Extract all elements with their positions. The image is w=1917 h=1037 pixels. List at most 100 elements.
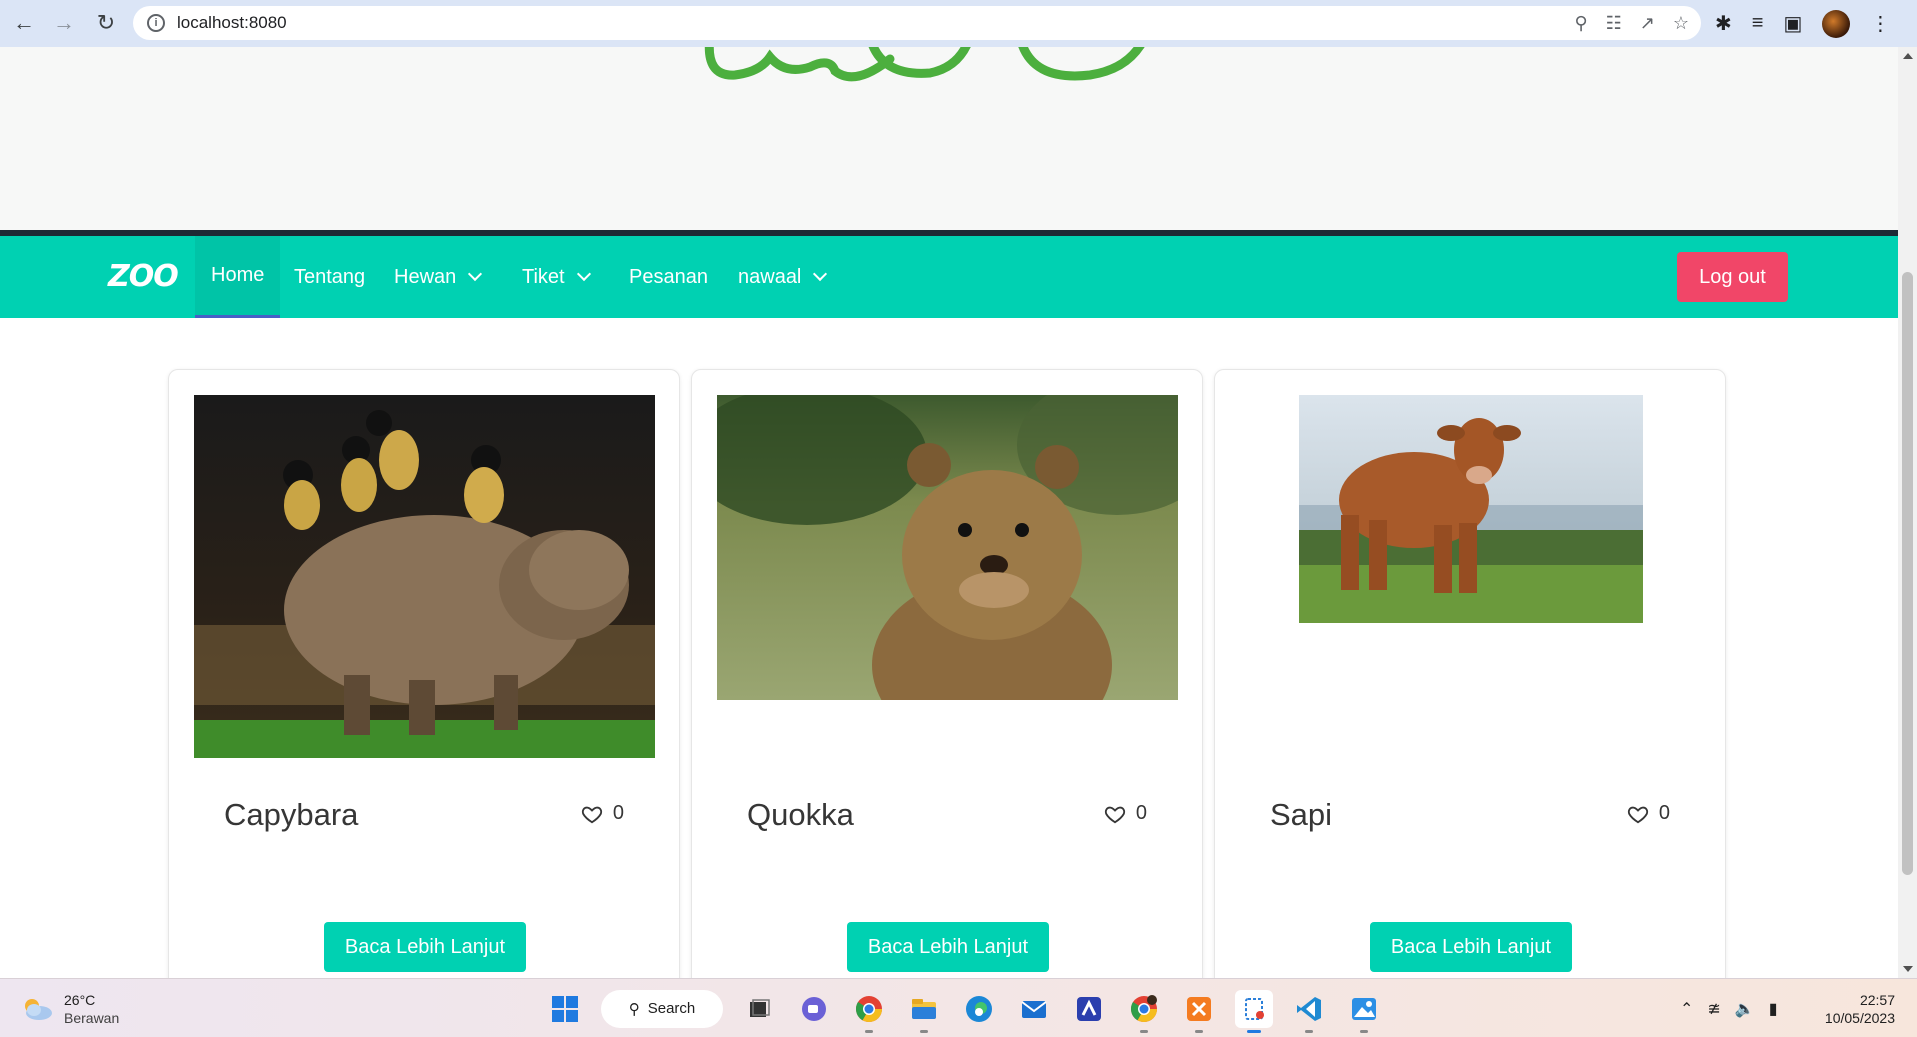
animal-name: Capybara: [224, 797, 359, 832]
chevron-down-icon: [813, 266, 828, 282]
read-more-button[interactable]: Baca Lebih Lanjut: [847, 922, 1049, 972]
taskbar-search[interactable]: ⚲ Search: [601, 989, 723, 1028]
key-icon[interactable]: ⚲: [1574, 13, 1587, 34]
xampp-icon[interactable]: [1180, 990, 1218, 1033]
chevron-up-icon[interactable]: ⌃: [1680, 999, 1693, 1019]
nav-tentang-label: Tentang: [294, 265, 366, 288]
nav-hewan[interactable]: Hewan: [378, 236, 496, 318]
nav-pesanan-label: Pesanan: [629, 265, 708, 288]
nav-tiket[interactable]: Tiket: [506, 236, 605, 318]
forward-arrow-icon[interactable]: →: [44, 3, 84, 43]
page-scrollbar[interactable]: [1898, 47, 1917, 978]
nav-user-label: nawaal: [738, 265, 802, 288]
reading-list-icon[interactable]: ≡: [1752, 12, 1764, 35]
mail-icon[interactable]: [1015, 990, 1053, 1028]
taskbar-search-label: Search: [647, 1000, 696, 1017]
extensions-icon[interactable]: ✱: [1715, 11, 1732, 36]
heart-icon[interactable]: [1104, 803, 1126, 825]
scroll-down-arrow-icon[interactable]: [1903, 966, 1913, 972]
scroll-thumb[interactable]: [1902, 272, 1913, 875]
vpn-app-icon[interactable]: [1070, 990, 1108, 1028]
task-view-icon[interactable]: [740, 990, 778, 1028]
animal-name: Quokka: [747, 797, 854, 832]
logout-button[interactable]: Log out: [1677, 252, 1788, 302]
side-panel-icon[interactable]: ▣: [1783, 11, 1802, 36]
nav-tentang[interactable]: Tentang: [278, 236, 381, 318]
taskbar-apps: ⚲ Search: [546, 979, 1383, 1037]
running-indicator: [1247, 1029, 1261, 1033]
heart-icon[interactable]: [581, 803, 603, 825]
snipping-tool-icon[interactable]: [1235, 989, 1273, 1033]
browser-actions: ✱ ≡ ▣ ⋮: [1715, 0, 1890, 47]
running-indicator: [1305, 1029, 1313, 1033]
running-indicator: [1140, 1029, 1148, 1033]
clock-time: 22:57: [1859, 992, 1895, 1008]
weather-widget[interactable]: 26°C Berawan: [20, 991, 119, 1027]
like-count: 0: [1658, 802, 1670, 824]
profile-avatar[interactable]: [1822, 9, 1851, 38]
page-viewport: ZOO Home Tentang Hewan Tiket Pesanan naw…: [0, 47, 1898, 978]
address-bar[interactable]: i localhost:8080 ⚲ ☷ ↗ ☆: [133, 6, 1701, 40]
running-indicator: [1360, 1029, 1368, 1033]
like-counter[interactable]: 0: [1627, 802, 1670, 825]
back-arrow-icon[interactable]: ←: [4, 3, 44, 43]
nav-hewan-label: Hewan: [394, 265, 457, 288]
info-icon[interactable]: i: [147, 14, 165, 32]
weather-condition: Berawan: [64, 1010, 120, 1026]
edge-icon[interactable]: [960, 990, 998, 1028]
like-counter[interactable]: 0: [1104, 802, 1147, 825]
animal-name: Sapi: [1270, 797, 1333, 832]
wifi-icon[interactable]: ≇: [1707, 999, 1720, 1019]
bookmark-star-icon[interactable]: ☆: [1673, 13, 1689, 34]
address-bar-actions: ⚲ ☷ ↗ ☆: [1574, 6, 1689, 40]
read-more-button[interactable]: Baca Lebih Lanjut: [324, 922, 526, 972]
like-count: 0: [612, 802, 624, 824]
nav-tiket-label: Tiket: [522, 265, 565, 288]
chat-icon[interactable]: [795, 990, 833, 1028]
reload-icon[interactable]: ↻: [86, 3, 126, 43]
browser-toolbar: ← → ↻ i localhost:8080 ⚲ ☷ ↗ ☆ ✱ ≡ ▣ ⋮: [0, 0, 1917, 47]
chevron-down-icon: [468, 266, 483, 282]
like-count: 0: [1135, 802, 1147, 824]
nav-pesanan[interactable]: Pesanan: [613, 236, 724, 318]
system-tray: ⌃ ≇ 🔈 ▮: [1680, 979, 1778, 1037]
translate-icon[interactable]: ☷: [1606, 13, 1622, 34]
windows-start-icon[interactable]: [546, 990, 584, 1028]
chrome-profile-icon[interactable]: [1125, 990, 1163, 1033]
share-icon[interactable]: ↗: [1640, 13, 1655, 34]
cloud-sun-icon: [25, 999, 52, 1020]
main-navbar: ZOO Home Tentang Hewan Tiket Pesanan naw…: [0, 236, 1898, 318]
scroll-up-arrow-icon[interactable]: [1903, 53, 1913, 59]
windows-taskbar: 26°C Berawan ⚲ Search ⌃ ≇ 🔈 ▮ 22:57 10/0…: [0, 978, 1917, 1037]
chevron-down-icon: [576, 266, 591, 282]
vscode-icon[interactable]: [1290, 990, 1328, 1033]
running-indicator: [865, 1029, 873, 1033]
zoo-hero-logo: [704, 47, 1145, 82]
animal-card-quokka: Quokka 0 Baca Lebih Lanjut: [691, 369, 1203, 978]
weather-temperature: 26°C: [64, 992, 96, 1008]
capybara-image: [194, 395, 655, 758]
menu-icon[interactable]: ⋮: [1870, 11, 1890, 36]
url-text[interactable]: localhost:8080: [177, 13, 287, 33]
read-more-button[interactable]: Baca Lebih Lanjut: [1370, 922, 1572, 972]
nav-home[interactable]: Home: [195, 236, 281, 318]
battery-icon[interactable]: ▮: [1769, 999, 1778, 1019]
heart-icon[interactable]: [1627, 803, 1649, 825]
running-indicator: [920, 1029, 928, 1033]
hero-banner: [0, 47, 1898, 230]
clock-date: 10/05/2023: [1824, 1010, 1895, 1026]
zoo-logo[interactable]: ZOO: [108, 259, 179, 294]
file-explorer-icon[interactable]: [905, 990, 943, 1033]
volume-icon[interactable]: 🔈: [1735, 999, 1755, 1019]
nav-user[interactable]: nawaal: [722, 236, 841, 318]
photos-icon[interactable]: [1345, 990, 1383, 1033]
animal-card-capybara: Capybara 0 Baca Lebih Lanjut: [168, 369, 680, 978]
search-icon: ⚲: [628, 1000, 640, 1018]
nav-home-label: Home: [211, 264, 265, 286]
running-indicator: [1195, 1029, 1203, 1033]
system-clock[interactable]: 22:57 10/05/2023: [1825, 991, 1895, 1027]
sapi-image: [1299, 395, 1643, 623]
quokka-image: [717, 395, 1178, 700]
like-counter[interactable]: 0: [581, 802, 624, 825]
chrome-icon[interactable]: [850, 990, 888, 1033]
